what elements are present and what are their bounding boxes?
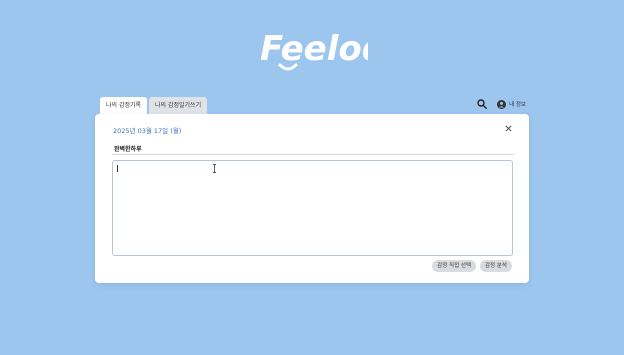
search-icon[interactable] xyxy=(477,99,487,109)
editor-actions: 감정 직접 선택 감정 분석 xyxy=(432,260,512,272)
header-actions: 내 정보 xyxy=(477,99,526,109)
text-cursor-icon xyxy=(213,164,216,173)
manual-emotion-select-button[interactable]: 감정 직접 선택 xyxy=(432,260,476,272)
account-label: 내 정보 xyxy=(509,102,526,108)
tab-my-emotion-record[interactable]: 나의 감정기록 xyxy=(100,97,148,114)
tab-my-emotion-diary[interactable]: 나의 감정일기쓰기 xyxy=(149,97,208,114)
feelody-logo: Feelody xyxy=(260,29,368,71)
account-button[interactable]: 내 정보 xyxy=(497,99,526,109)
svg-text:Feelody: Feelody xyxy=(260,29,368,69)
text-caret xyxy=(117,165,118,172)
tab-bar: 나의 감정기록 나의 감정일기쓰기 xyxy=(100,97,208,114)
emotion-analyze-button[interactable]: 감정 분석 xyxy=(480,260,512,272)
diary-editor-card: 2025년 03월 17일 (월) 감정 직접 선택 감정 분석 xyxy=(95,114,529,283)
entry-date: 2025년 03월 17일 (월) xyxy=(113,127,182,135)
diary-title-input[interactable] xyxy=(112,143,514,155)
close-icon[interactable] xyxy=(505,125,512,132)
user-circle-icon xyxy=(497,99,507,109)
diary-body-textarea[interactable] xyxy=(112,160,513,256)
